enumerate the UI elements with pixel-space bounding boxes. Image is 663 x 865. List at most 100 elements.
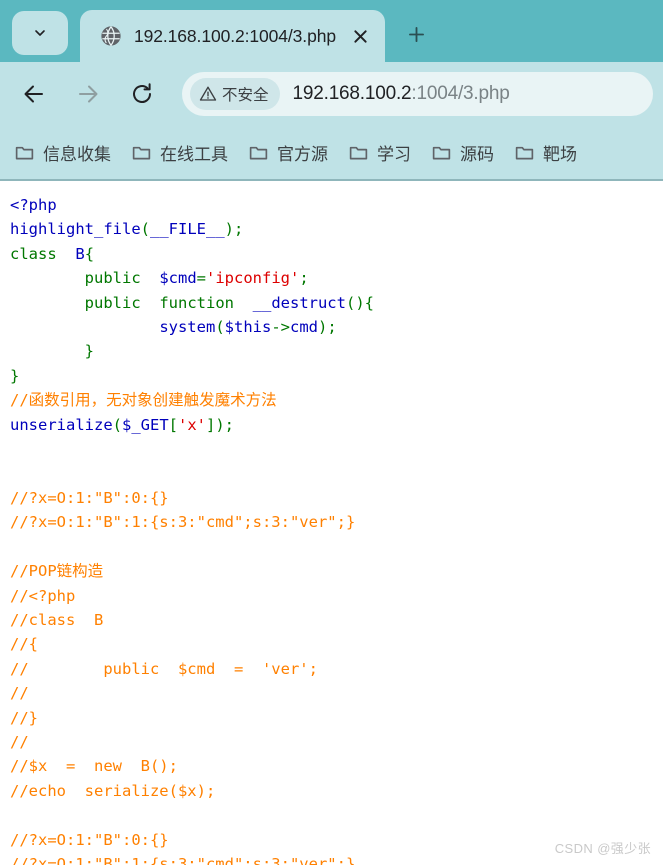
code-token: //echo serialize($x); (10, 781, 216, 800)
page-content: <?php highlight_file(__FILE__); class B{ p… (0, 181, 663, 865)
bookmark-item[interactable]: 学习 (348, 140, 411, 165)
bookmark-item[interactable]: 源码 (431, 140, 494, 165)
code-token: //<?php (10, 586, 76, 605)
code-token: system (159, 318, 216, 337)
code-line: //$x = new B(); (10, 754, 663, 778)
code-line: public function __destruct(){ (10, 291, 663, 315)
code-line: //echo serialize($x); (10, 779, 663, 803)
code-token: = (196, 269, 206, 288)
close-icon (353, 29, 367, 43)
code-token: -> (271, 318, 290, 337)
code-line: //<?php (10, 584, 663, 608)
code-token: //POP链构造 (10, 562, 104, 581)
folder-icon (15, 146, 34, 159)
arrow-left-icon (24, 85, 43, 102)
code-token: $_GET (122, 415, 169, 434)
code-token: 'ipconfig' (206, 269, 300, 288)
address-bar[interactable]: 不安全 192.168.100.2:1004/3.php (182, 71, 653, 116)
bookmark-label: 官方源 (277, 144, 328, 164)
code-line: } (10, 364, 663, 388)
code-token: ; (299, 269, 309, 288)
code-line: //POP链构造 (10, 559, 663, 583)
code-token: // public $cmd = 'ver'; (10, 659, 318, 678)
code-token: $this (224, 318, 272, 337)
code-token: public (84, 269, 141, 288)
code-line: //{ (10, 632, 663, 656)
tab-title: 192.168.100.2:1004/3.php (134, 25, 336, 46)
code-token: function (159, 293, 234, 312)
code-line: //} (10, 706, 663, 730)
new-tab-button[interactable] (399, 17, 433, 51)
code-token: unserialize (10, 415, 113, 434)
code-token: //?x=O:1:"B":0:{} (10, 488, 169, 507)
code-token: } (10, 366, 20, 385)
code-token: ); (224, 220, 244, 239)
code-line: } (10, 339, 663, 363)
code-token: (){ (345, 293, 374, 312)
code-token: B (75, 244, 85, 263)
code-token: ( (112, 415, 122, 434)
code-token: //class B (10, 610, 104, 629)
php-source-listing: <?php highlight_file(__FILE__); class B{ p… (10, 193, 663, 865)
code-token: 'x' (178, 415, 207, 434)
code-token: } (10, 342, 94, 361)
url-path: :1004/3.php (411, 82, 510, 104)
code-line: //函数引用，无对象创建触发魔术方法 (10, 388, 663, 412)
code-token: public (84, 293, 141, 312)
code-token: ); (318, 318, 337, 337)
browser-window: 192.168.100.2:1004/3.php 不安全 192.168.100… (0, 0, 663, 865)
code-token: ( (215, 318, 225, 337)
browser-toolbar: 不安全 192.168.100.2:1004/3.php (0, 62, 663, 125)
bookmark-label: 信息收集 (43, 144, 111, 164)
code-token: //函数引用，无对象创建触发魔术方法 (10, 391, 277, 410)
code-token: class (10, 244, 57, 263)
security-status-label: 不安全 (222, 86, 269, 104)
code-token: __FILE__ (150, 220, 225, 239)
bookmark-item[interactable]: 靶场 (514, 140, 577, 165)
folder-icon (432, 146, 451, 159)
folder-icon (515, 146, 534, 159)
code-token: <?php (10, 196, 57, 214)
bookmark-item[interactable]: 在线工具 (131, 140, 228, 165)
forward-button[interactable] (68, 74, 108, 114)
security-status-chip[interactable]: 不安全 (190, 77, 280, 110)
code-token: //{ (10, 635, 38, 654)
code-token: [ (168, 415, 179, 434)
bookmark-item[interactable]: 官方源 (248, 140, 328, 165)
code-token: // (10, 732, 29, 751)
code-token: //$x = new B(); (10, 757, 178, 776)
folder-icon (132, 146, 151, 159)
code-token: $cmd (159, 269, 197, 288)
reload-icon (133, 82, 151, 103)
code-token: { (84, 244, 95, 263)
bookmarks-bar: 信息收集 在线工具 官方源 学习 源码 靶场 (0, 125, 663, 181)
code-token: highlight_file (10, 220, 141, 239)
plus-icon (408, 26, 424, 42)
code-line: highlight_file(__FILE__); (10, 217, 663, 241)
browser-tab[interactable]: 192.168.100.2:1004/3.php (80, 10, 385, 62)
arrow-right-icon (79, 85, 98, 102)
url-display[interactable]: 192.168.100.2:1004/3.php (293, 83, 510, 105)
bookmark-item[interactable]: 信息收集 (14, 140, 111, 165)
code-token: //?x=O:1:"B":1:{s:3:"cmd";s:3:"ver";} (10, 854, 356, 865)
code-token: //} (10, 708, 38, 727)
code-line: class B{ (10, 242, 663, 266)
code-line: unserialize($_GET['x']); (10, 413, 663, 437)
tab-close-button[interactable] (345, 21, 375, 51)
tab-search-button[interactable] (12, 11, 68, 55)
reload-button[interactable] (122, 74, 162, 114)
csdn-watermark: CSDN @强少张 (554, 841, 651, 856)
code-line: //class B (10, 608, 663, 632)
back-button[interactable] (14, 74, 54, 114)
folder-icon (349, 146, 368, 159)
